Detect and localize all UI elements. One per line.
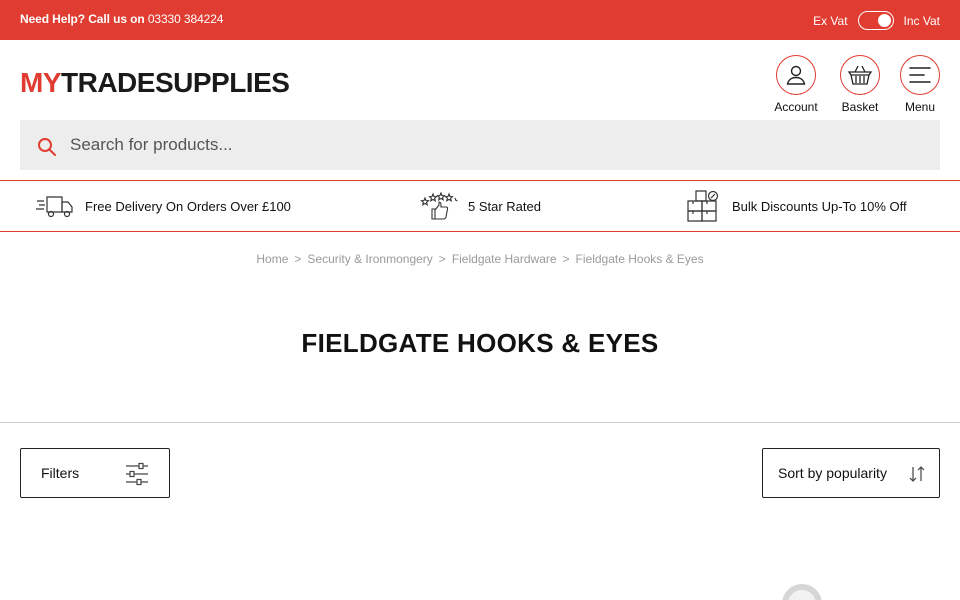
- logo-rest: TRADESUPPLIES: [61, 67, 290, 98]
- bulk-boxes-icon: [687, 190, 719, 222]
- sort-arrows-icon: [909, 466, 925, 482]
- menu-button[interactable]: Menu: [890, 55, 950, 114]
- account-label: Account: [774, 100, 818, 114]
- filters-button[interactable]: Filters: [20, 448, 170, 498]
- site-logo[interactable]: MYTRADESUPPLIES: [20, 67, 290, 98]
- star-thumbs-up-icon: [420, 192, 458, 220]
- help-line: Need Help? Call us on 03330 384224: [20, 12, 223, 26]
- usp-strip: Free Delivery On Orders Over £100 5 Star…: [0, 180, 960, 232]
- ex-vat-label[interactable]: Ex Vat: [813, 14, 847, 28]
- usp-bulk-text: Bulk Discounts Up-To 10% Off: [732, 198, 907, 214]
- usp-delivery-text: Free Delivery On Orders Over £100: [85, 198, 291, 214]
- account-button[interactable]: Account: [766, 55, 826, 114]
- phone-link[interactable]: 03330 384224: [148, 12, 224, 26]
- help-prefix: Need Help? Call us on: [20, 12, 145, 26]
- logo-my: MY: [20, 67, 62, 98]
- vat-switcher: Ex Vat Inc Vat: [813, 11, 940, 30]
- breadcrumb-fieldgate-hardware[interactable]: Fieldgate Hardware: [452, 252, 557, 266]
- breadcrumb-separator: >: [562, 252, 570, 266]
- usp-rating: 5 Star Rated: [420, 181, 541, 231]
- search-bar: [20, 120, 940, 170]
- hamburger-icon: [900, 55, 940, 95]
- menu-label: Menu: [904, 100, 936, 114]
- search-icon[interactable]: [37, 137, 57, 157]
- basket-button[interactable]: Basket: [830, 55, 890, 114]
- breadcrumb-security[interactable]: Security & Ironmongery: [307, 252, 432, 266]
- usp-delivery: Free Delivery On Orders Over £100: [35, 181, 291, 231]
- breadcrumb-home[interactable]: Home: [256, 252, 288, 266]
- search-input[interactable]: [70, 120, 930, 170]
- usp-bulk: Bulk Discounts Up-To 10% Off: [686, 181, 907, 231]
- inc-vat-label[interactable]: Inc Vat: [904, 14, 940, 28]
- breadcrumb-current: Fieldgate Hooks & Eyes: [575, 252, 704, 266]
- delivery-truck-icon: [36, 196, 73, 218]
- page-title: FIELDGATE HOOKS & EYES: [301, 328, 659, 358]
- filter-sliders-icon: [126, 462, 148, 486]
- filters-label: Filters: [41, 465, 80, 481]
- breadcrumb: Home > Security & Ironmongery > Fieldgate Ha…: [0, 252, 960, 266]
- account-icon: [776, 55, 816, 95]
- divider: [0, 422, 960, 423]
- basket-label: Basket: [841, 100, 879, 114]
- top-bar: Need Help? Call us on 03330 384224 Ex Va…: [0, 0, 960, 40]
- product-image[interactable]: [782, 584, 822, 600]
- vat-toggle[interactable]: [857, 11, 894, 30]
- breadcrumb-separator: >: [294, 252, 302, 266]
- basket-icon: [840, 55, 880, 95]
- vat-toggle-knob: [877, 14, 891, 27]
- sort-select[interactable]: Sort by popularity: [762, 448, 940, 498]
- breadcrumb-separator: >: [438, 252, 446, 266]
- sort-label: Sort by popularity: [778, 465, 887, 481]
- usp-rating-text: 5 Star Rated: [468, 198, 541, 214]
